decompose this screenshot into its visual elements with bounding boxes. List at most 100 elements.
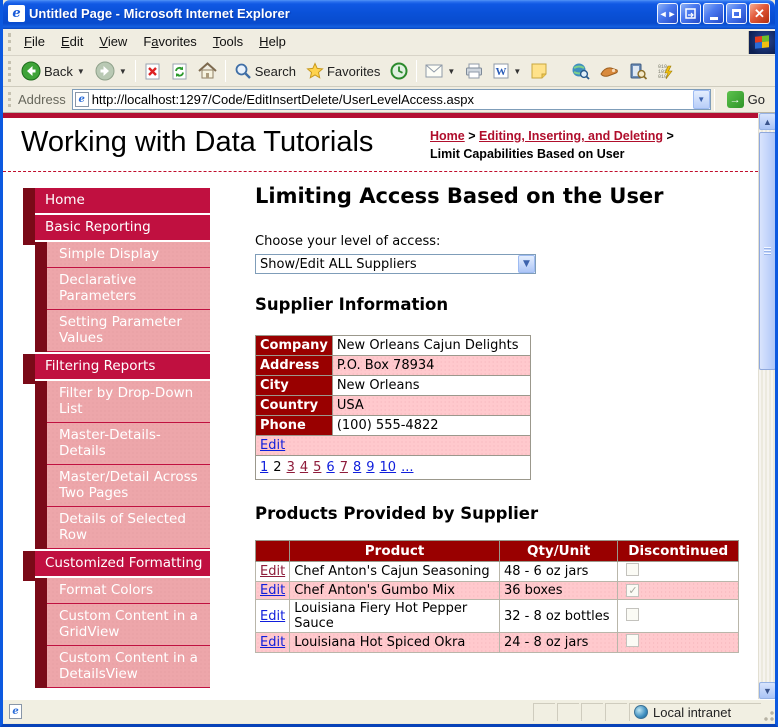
sidebar-item-master-details-details[interactable]: Master-Details-Details (47, 423, 210, 465)
discuss-button[interactable] (526, 61, 552, 81)
back-button[interactable]: Back ▼ (16, 59, 90, 83)
sidebar-item-declarative-parameters[interactable]: Declarative Parameters (47, 268, 210, 310)
search-button[interactable]: Search (229, 60, 301, 82)
stop-button[interactable] (139, 61, 166, 82)
address-input[interactable]: e http://localhost:1297/Code/EditInsertD… (71, 89, 711, 110)
pager-page-link[interactable]: 1 (260, 460, 268, 475)
pager-page-link[interactable]: 5 (313, 460, 321, 475)
edit-dropdown-icon[interactable]: ▼ (513, 67, 521, 76)
web-components-button[interactable]: 010 101 010 (652, 61, 679, 82)
pager-page-link[interactable]: 8 (353, 460, 361, 475)
forward-dropdown-icon[interactable]: ▼ (119, 67, 127, 76)
maximize-button[interactable] (726, 3, 747, 24)
word-icon: W (493, 63, 509, 79)
menu-help[interactable]: Help (251, 31, 294, 52)
mail-dropdown-icon[interactable]: ▼ (447, 67, 455, 76)
minimize-icon (709, 16, 718, 20)
menu-file[interactable]: File (16, 31, 53, 52)
research-button[interactable] (595, 62, 624, 80)
sidebar-item-details-of-selected-row[interactable]: Details of Selected Row (47, 507, 210, 549)
go-label: Go (747, 92, 765, 107)
sidebar-item-format-colors[interactable]: Format Colors (47, 578, 210, 604)
back-dropdown-icon[interactable]: ▼ (77, 67, 85, 76)
sidebar-item-home[interactable]: Home (23, 188, 210, 218)
mail-button[interactable]: ▼ (420, 62, 460, 80)
sidebar-item-master-detail-across-two-pages[interactable]: Master/Detail Across Two Pages (47, 465, 210, 507)
status-segment (581, 702, 603, 721)
forward-button[interactable]: ▼ (90, 59, 132, 83)
menubar-grip[interactable] (8, 32, 13, 52)
sidebar-item-setting-parameter-values[interactable]: Setting Parameter Values (47, 310, 210, 352)
globe-search-button[interactable] (566, 60, 595, 82)
sidebar-item-filter-by-drop-down-list[interactable]: Filter by Drop-Down List (47, 381, 210, 423)
pager-page-link[interactable]: 6 (326, 460, 334, 475)
main-content: Limiting Access Based on the User Choose… (254, 184, 751, 653)
resize-grip[interactable] (761, 700, 775, 723)
supplier-pager-row: 1 2 3 4 5 6 7 8 9 10... (255, 455, 531, 480)
print-button[interactable] (460, 61, 488, 81)
toolbar-grip[interactable] (8, 60, 13, 82)
menu-view[interactable]: View (91, 31, 135, 52)
address-dropdown-button[interactable]: ▼ (692, 90, 710, 109)
supplier-row: Address P.O. Box 78934 (255, 355, 532, 376)
supplier-edit-row: Edit (255, 435, 531, 456)
sidebar-section: Basic Reporting Simple Display Declarative… (23, 215, 210, 352)
supplier-row: Phone (100) 555-4822 (255, 415, 532, 436)
scroll-down-button[interactable]: ▼ (759, 682, 775, 699)
discontinued-checkbox[interactable] (626, 607, 640, 621)
product-edit-link[interactable]: Edit (260, 635, 285, 650)
pager-page-link[interactable]: 4 (300, 460, 308, 475)
history-button[interactable] (385, 60, 413, 82)
favorites-star-icon (306, 62, 324, 80)
breadcrumb-link-home[interactable]: Home (430, 129, 465, 143)
pager-page-link[interactable]: 3 (287, 460, 295, 475)
edit-with-word-button[interactable]: W ▼ (488, 61, 526, 81)
product-name: Chef Anton's Cajun Seasoning (289, 561, 500, 582)
sidebar-item-filtering-reports[interactable]: Filtering Reports (23, 354, 210, 384)
close-button[interactable]: ✕ (749, 3, 770, 24)
pager-page-link[interactable]: 9 (366, 460, 374, 475)
scrollbar-thumb[interactable] (759, 132, 775, 370)
sidebar-tab-marker (23, 551, 35, 581)
pager-page-link[interactable]: ... (401, 460, 413, 475)
chevron-down-icon[interactable]: ▼ (518, 255, 535, 273)
discontinued-checkbox[interactable] (626, 563, 640, 576)
sidebar-item-custom-content-in-a-gridview[interactable]: Custom Content in a GridView (47, 604, 210, 646)
ie-app-icon: e (8, 5, 25, 22)
sidebar-item-custom-content-in-a-detailsview[interactable]: Custom Content in a DetailsView (47, 646, 210, 688)
discontinued-checkbox[interactable] (626, 634, 640, 647)
products-section-heading: Products Provided by Supplier (255, 504, 539, 523)
page-body: Home Basic Reporting Simple Display Declara… (3, 172, 758, 698)
go-button[interactable]: → Go (724, 90, 771, 109)
sidebar-item-basic-reporting[interactable]: Basic Reporting (23, 215, 210, 245)
sidebar-item-simple-display[interactable]: Simple Display (47, 242, 210, 268)
product-edit-link[interactable]: Edit (260, 583, 285, 598)
home-button[interactable] (193, 60, 222, 82)
product-edit-link[interactable]: Edit (260, 564, 285, 579)
product-edit-link[interactable]: Edit (260, 609, 285, 624)
menu-tools[interactable]: Tools (205, 31, 251, 52)
pager-page-link[interactable]: 10 (380, 460, 397, 475)
addressbar-grip[interactable] (8, 92, 13, 107)
globe-search-icon (571, 62, 590, 80)
menu-favorites[interactable]: Favorites (135, 31, 204, 52)
book-search-button[interactable] (624, 61, 652, 82)
access-level-select[interactable]: Show/Edit ALL Suppliers ▼ (255, 254, 536, 274)
pager-page-link[interactable]: 7 (340, 460, 348, 475)
favorites-button[interactable]: Favorites (301, 60, 385, 82)
nav-arrows-button[interactable]: ◄► (657, 3, 678, 24)
sidebar-item-customized-formatting[interactable]: Customized Formatting (23, 551, 210, 581)
scroll-up-button[interactable]: ▲ (759, 113, 775, 130)
column-header-empty (254, 540, 291, 562)
security-zone: Local intranet (629, 702, 761, 721)
standard-toolbar: Back ▼ ▼ Search Favorites ▼ W ▼ 010 101 … (3, 56, 775, 87)
product-name: Chef Anton's Gumbo Mix (289, 581, 500, 600)
breadcrumb-link-section[interactable]: Editing, Inserting, and Deleting (479, 129, 663, 143)
refresh-button[interactable] (166, 61, 193, 82)
minimize-button[interactable] (703, 3, 724, 24)
discontinued-checkbox[interactable]: ✓ (626, 584, 640, 597)
vertical-scrollbar[interactable]: ▲ ▼ (758, 113, 775, 699)
supplier-edit-link[interactable]: Edit (260, 438, 285, 453)
menu-edit[interactable]: Edit (53, 31, 91, 52)
popout-button[interactable] (680, 3, 701, 24)
